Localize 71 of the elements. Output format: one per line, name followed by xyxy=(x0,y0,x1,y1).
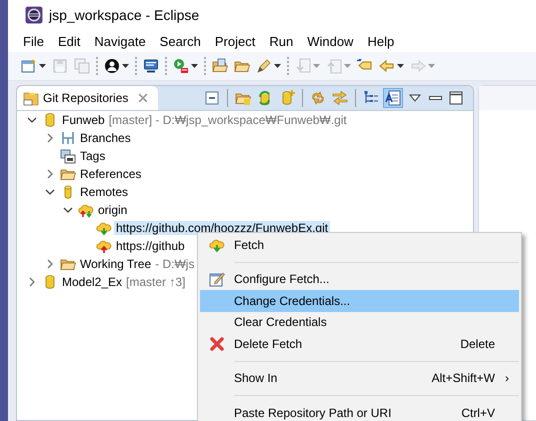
delete-icon xyxy=(209,336,225,352)
menu-item[interactable]: Run xyxy=(262,32,300,50)
monitor-icon xyxy=(143,58,159,74)
branches-icon xyxy=(60,130,76,146)
caret-icon xyxy=(39,64,46,68)
caret-icon xyxy=(428,64,435,68)
menu-item[interactable]: Show In Alt+Shift+W › xyxy=(200,368,519,389)
forward-arrow-icon xyxy=(410,58,426,74)
menu-item[interactable]: Window xyxy=(300,32,360,50)
menu-item[interactable]: Clear Credentials xyxy=(200,312,519,333)
user-icon xyxy=(104,58,120,74)
swap-arrows-icon xyxy=(332,90,348,106)
collapse-all-icon xyxy=(204,90,220,106)
menu-item[interactable]: Fetch xyxy=(200,234,519,256)
eclipse-logo-icon xyxy=(25,6,43,24)
caret-icon xyxy=(313,64,320,68)
tree-item[interactable]: Tags xyxy=(78,149,108,163)
tab-label: Git Repositories xyxy=(43,91,128,105)
tags-icon xyxy=(60,148,76,164)
next-annotation-icon xyxy=(295,58,311,74)
maximize-icon xyxy=(448,90,464,106)
cloud-download-icon xyxy=(96,220,112,236)
tree-item[interactable]: https://github xyxy=(114,239,187,253)
tree-item-detail: [master ↑3] xyxy=(126,275,186,289)
menu-item[interactable]: Help xyxy=(360,32,402,50)
swap-arrows-button[interactable] xyxy=(330,88,350,108)
window-title: jsp_workspace - Eclipse xyxy=(49,7,200,23)
menu-item[interactable]: Navigate xyxy=(87,32,153,50)
cloud-upload-icon xyxy=(96,238,112,254)
menu-item[interactable]: Project xyxy=(208,32,262,50)
back-arrow-icon xyxy=(379,58,395,74)
tree-item[interactable]: Branches xyxy=(78,131,133,145)
run-icon xyxy=(173,58,189,74)
tree-layout-icon xyxy=(363,90,379,106)
menu-item[interactable]: Change Credentials... xyxy=(200,290,519,312)
caret-icon xyxy=(191,64,198,68)
tree-item-detail: - D:₩js xyxy=(155,257,194,271)
tree-item[interactable]: Model2_Ex xyxy=(60,275,124,289)
tree-item-detail: [master] - D:₩jsp_workspace₩Funweb₩.git xyxy=(108,113,347,127)
pen-icon xyxy=(256,58,272,74)
save-icon xyxy=(52,58,68,74)
caret-icon xyxy=(344,64,351,68)
cloud-arrows-icon xyxy=(78,202,94,218)
new-window-icon xyxy=(21,58,37,74)
tree-item[interactable]: Funweb xyxy=(60,113,107,127)
tree-item[interactable]: Remotes xyxy=(78,185,130,199)
caret-icon xyxy=(122,64,129,68)
menu-item[interactable]: Paste Repository Path or URI Ctrl+V xyxy=(200,402,519,421)
document-icon xyxy=(385,90,401,106)
edit-icon xyxy=(209,271,225,288)
document-button[interactable] xyxy=(383,88,403,108)
minimize-button[interactable] xyxy=(427,94,444,102)
menu-item[interactable]: Configure Fetch... xyxy=(200,268,519,290)
menu-item[interactable]: Search xyxy=(152,32,208,50)
view-tab[interactable]: Git Repositories xyxy=(17,86,158,110)
folder-file-icon xyxy=(212,58,228,74)
link-arrows-icon xyxy=(310,90,326,106)
caret-icon xyxy=(397,64,404,68)
close-icon xyxy=(138,93,148,103)
tree-item[interactable]: References xyxy=(78,167,144,181)
previous-annotation-icon xyxy=(326,58,342,74)
git-repositories-icon xyxy=(23,90,39,106)
tree-item[interactable]: origin xyxy=(96,203,130,217)
clone-icon xyxy=(257,90,273,106)
caret-icon xyxy=(274,64,281,68)
menu-item[interactable]: File xyxy=(16,32,51,50)
save-all-icon xyxy=(74,58,90,74)
menu-item[interactable]: Edit xyxy=(50,32,88,50)
tree-item[interactable]: Working Tree xyxy=(78,257,154,271)
minimize-icon xyxy=(429,96,442,100)
menu-item[interactable]: Delete Fetch Delete xyxy=(200,333,519,354)
